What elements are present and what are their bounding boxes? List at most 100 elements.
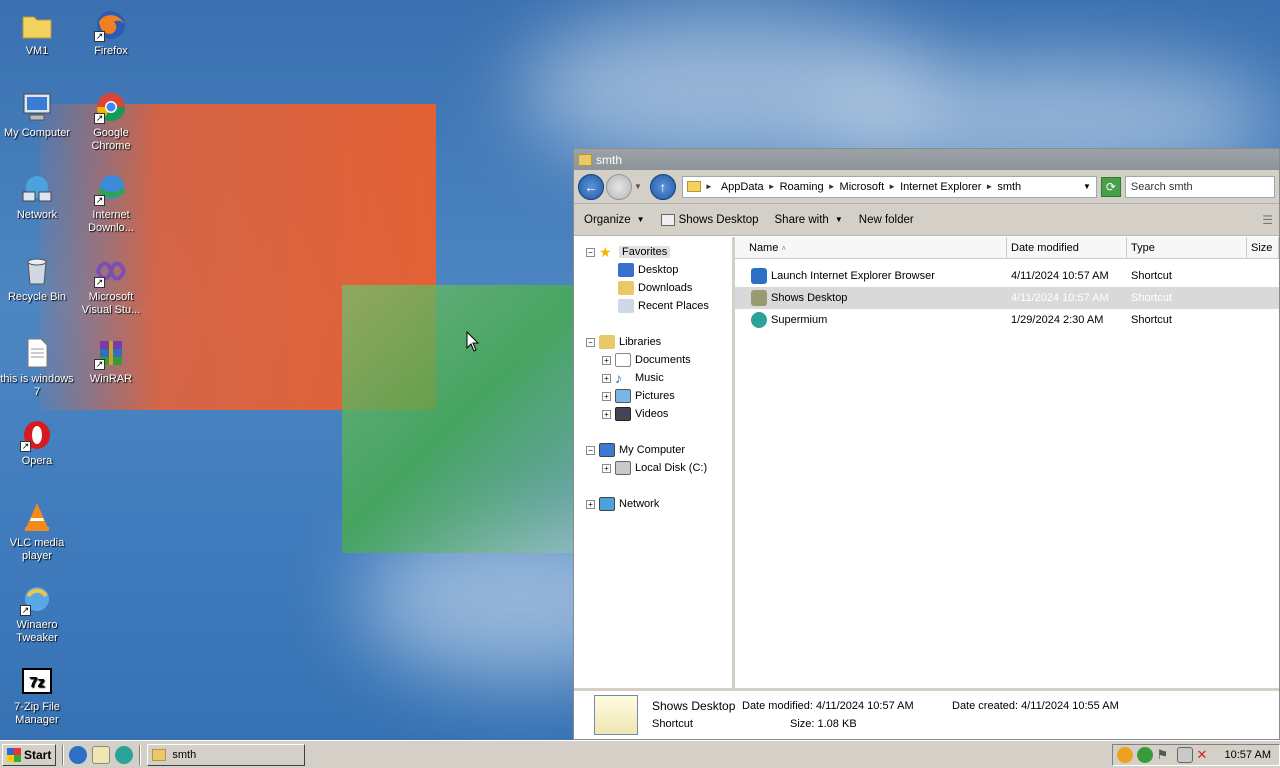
share-with-button[interactable]: Share with ▼ <box>775 214 843 226</box>
search-tray-icon[interactable] <box>1116 746 1133 763</box>
column-header-size[interactable]: Size <box>1247 237 1279 258</box>
new-folder-button[interactable]: New folder <box>859 214 914 226</box>
supermium-icon <box>751 312 767 328</box>
details-pane: Shows Desktop Shortcut Date modified: 4/… <box>574 688 1279 739</box>
expand-icon[interactable]: + <box>602 391 611 401</box>
system-tray: ⚑ ✕ 10:57 AM <box>1111 743 1280 766</box>
breadcrumb-smth[interactable]: smth <box>997 181 1021 193</box>
shortcut-file-icon <box>594 695 638 735</box>
address-dropdown-icon[interactable]: ▼ <box>1083 182 1091 191</box>
desktop-icon-my-computer[interactable]: My Computer <box>0 90 74 140</box>
file-row[interactable]: Launch Internet Explorer Browser 4/11/20… <box>735 265 1279 287</box>
refresh-button[interactable]: ⟳ <box>1100 176 1121 197</box>
collapse-icon[interactable]: − <box>586 445 595 455</box>
videos-icon <box>615 407 631 421</box>
start-button[interactable]: Start <box>2 743 57 766</box>
column-header-type[interactable]: Type <box>1127 237 1247 258</box>
taskbar-button-smth[interactable]: smth <box>147 743 306 766</box>
details-file-name: Shows Desktop <box>652 699 736 713</box>
network-tray-icon[interactable] <box>1136 746 1153 763</box>
folder-icon <box>152 748 167 761</box>
view-options-icon[interactable]: ☰ <box>1262 213 1273 227</box>
breadcrumb-roaming[interactable]: Roaming <box>780 181 824 193</box>
desktop-icon-google-chrome[interactable]: ↗ Google Chrome <box>74 90 148 153</box>
breadcrumb-appdata[interactable]: AppData <box>721 181 764 193</box>
file-row[interactable]: Supermium 1/29/2024 2:30 AM Shortcut <box>735 309 1279 331</box>
visual-studio-icon: ↗ <box>94 254 128 288</box>
expand-icon[interactable]: + <box>602 463 611 473</box>
file-list-pane: Name ˄ Date modified Type Size Launch In… <box>735 237 1279 688</box>
breadcrumb-arrow-icon[interactable]: ► <box>768 182 776 191</box>
nav-recent-places[interactable]: Recent Places <box>574 297 732 315</box>
desktop-icon-firefox[interactable]: ↗ Firefox <box>74 8 148 58</box>
breadcrumb-arrow-icon[interactable]: ► <box>828 182 836 191</box>
collapse-icon[interactable]: − <box>586 337 595 347</box>
nav-music[interactable]: + ♪ Music <box>574 369 732 387</box>
downloads-folder-icon <box>618 281 634 295</box>
desktop-icon-visual-studio[interactable]: ↗ Microsoft Visual Stu... <box>74 254 148 317</box>
desktop-icon-text-file[interactable]: this is windows 7 <box>0 336 74 399</box>
organize-button[interactable]: Organize ▼ <box>584 214 645 226</box>
window-title: smth <box>596 152 623 167</box>
quicklaunch-ie-icon[interactable] <box>69 745 88 764</box>
quicklaunch-supermium-icon[interactable] <box>115 745 134 764</box>
breadcrumb-arrow-icon[interactable]: ► <box>705 182 713 191</box>
nav-videos[interactable]: + Videos <box>574 405 732 423</box>
desktop-icon-network[interactable]: Network <box>0 172 74 222</box>
forward-button[interactable] <box>606 173 632 200</box>
opera-icon: ↗ <box>20 418 54 452</box>
network-icon <box>599 497 615 511</box>
nav-pictures[interactable]: + Pictures <box>574 387 732 405</box>
nav-my-computer[interactable]: − My Computer <box>574 441 732 459</box>
nav-downloads[interactable]: Downloads <box>574 279 732 297</box>
nav-documents[interactable]: + Documents <box>574 351 732 369</box>
address-box[interactable]: ► AppData ► Roaming ► Microsoft ► Intern… <box>681 175 1097 198</box>
taskbar-separator <box>62 744 65 765</box>
breadcrumb-microsoft[interactable]: Microsoft <box>840 181 885 193</box>
ie-icon <box>751 268 767 284</box>
nav-favorites[interactable]: − ★ Favorites <box>574 243 732 261</box>
quicklaunch-shows-desktop-icon[interactable] <box>92 745 111 764</box>
text-file-icon <box>20 336 54 370</box>
flag-icon[interactable]: ⚑ <box>1157 747 1173 763</box>
search-input[interactable]: Search smth <box>1124 175 1275 198</box>
computer-icon <box>599 443 615 457</box>
chevron-down-icon: ▼ <box>834 215 843 224</box>
nav-desktop[interactable]: Desktop <box>574 261 732 279</box>
details-date-created: Date created: 4/11/2024 10:55 AM <box>952 700 1119 712</box>
shows-desktop-button[interactable]: Shows Desktop <box>660 213 759 226</box>
desktop-icon-vm1[interactable]: VM1 <box>0 8 74 58</box>
desktop-icon-internet-download-manager[interactable]: ↗ Internet Downlo... <box>74 172 148 235</box>
up-button[interactable]: ↑ <box>649 173 676 200</box>
expand-icon[interactable]: + <box>602 355 611 365</box>
clock[interactable]: 10:57 AM <box>1225 749 1271 761</box>
sort-ascending-icon: ˄ <box>781 244 787 253</box>
nav-local-disk[interactable]: + Local Disk (C:) <box>574 459 732 477</box>
column-header-date-modified[interactable]: Date modified <box>1007 237 1127 258</box>
expand-icon[interactable]: + <box>602 373 611 383</box>
nav-libraries[interactable]: − Libraries <box>574 333 732 351</box>
expand-icon[interactable]: + <box>586 499 595 509</box>
recent-pages-chevron-icon[interactable]: ▼ <box>634 182 642 191</box>
desktop-icon-recycle-bin[interactable]: Recycle Bin <box>0 254 74 304</box>
nav-network[interactable]: + Network <box>574 495 732 513</box>
breadcrumb-internet-explorer[interactable]: Internet Explorer <box>900 181 981 193</box>
volume-muted-icon[interactable]: ✕ <box>1197 747 1213 763</box>
column-header-name[interactable]: Name ˄ <box>735 237 1007 258</box>
desktop-icon-opera[interactable]: ↗ Opera <box>0 418 74 468</box>
back-button[interactable]: ← <box>578 173 604 200</box>
desktop-icon-winrar[interactable]: ↗ WinRAR <box>74 336 148 386</box>
desktop-icon-vlc[interactable]: VLC media player <box>0 500 74 563</box>
shows-desktop-icon <box>660 213 675 226</box>
taskbar: Start smth ⚑ ✕ 10:57 AM <box>0 740 1280 768</box>
display-tray-icon[interactable] <box>1176 746 1193 763</box>
expand-icon[interactable]: + <box>602 409 611 419</box>
collapse-icon[interactable]: − <box>586 247 595 257</box>
window-titlebar[interactable]: smth <box>574 149 1279 170</box>
chrome-icon: ↗ <box>94 90 128 124</box>
file-row-selected[interactable]: Shows Desktop 4/11/2024 10:57 AM Shortcu… <box>735 287 1279 309</box>
breadcrumb-arrow-icon[interactable]: ► <box>985 182 993 191</box>
desktop-icon-winaero-tweaker[interactable]: ↗ Winaero Tweaker <box>0 582 74 645</box>
desktop-icon-7zip[interactable]: 7z 7-Zip File Manager <box>0 664 74 727</box>
breadcrumb-arrow-icon[interactable]: ► <box>888 182 896 191</box>
